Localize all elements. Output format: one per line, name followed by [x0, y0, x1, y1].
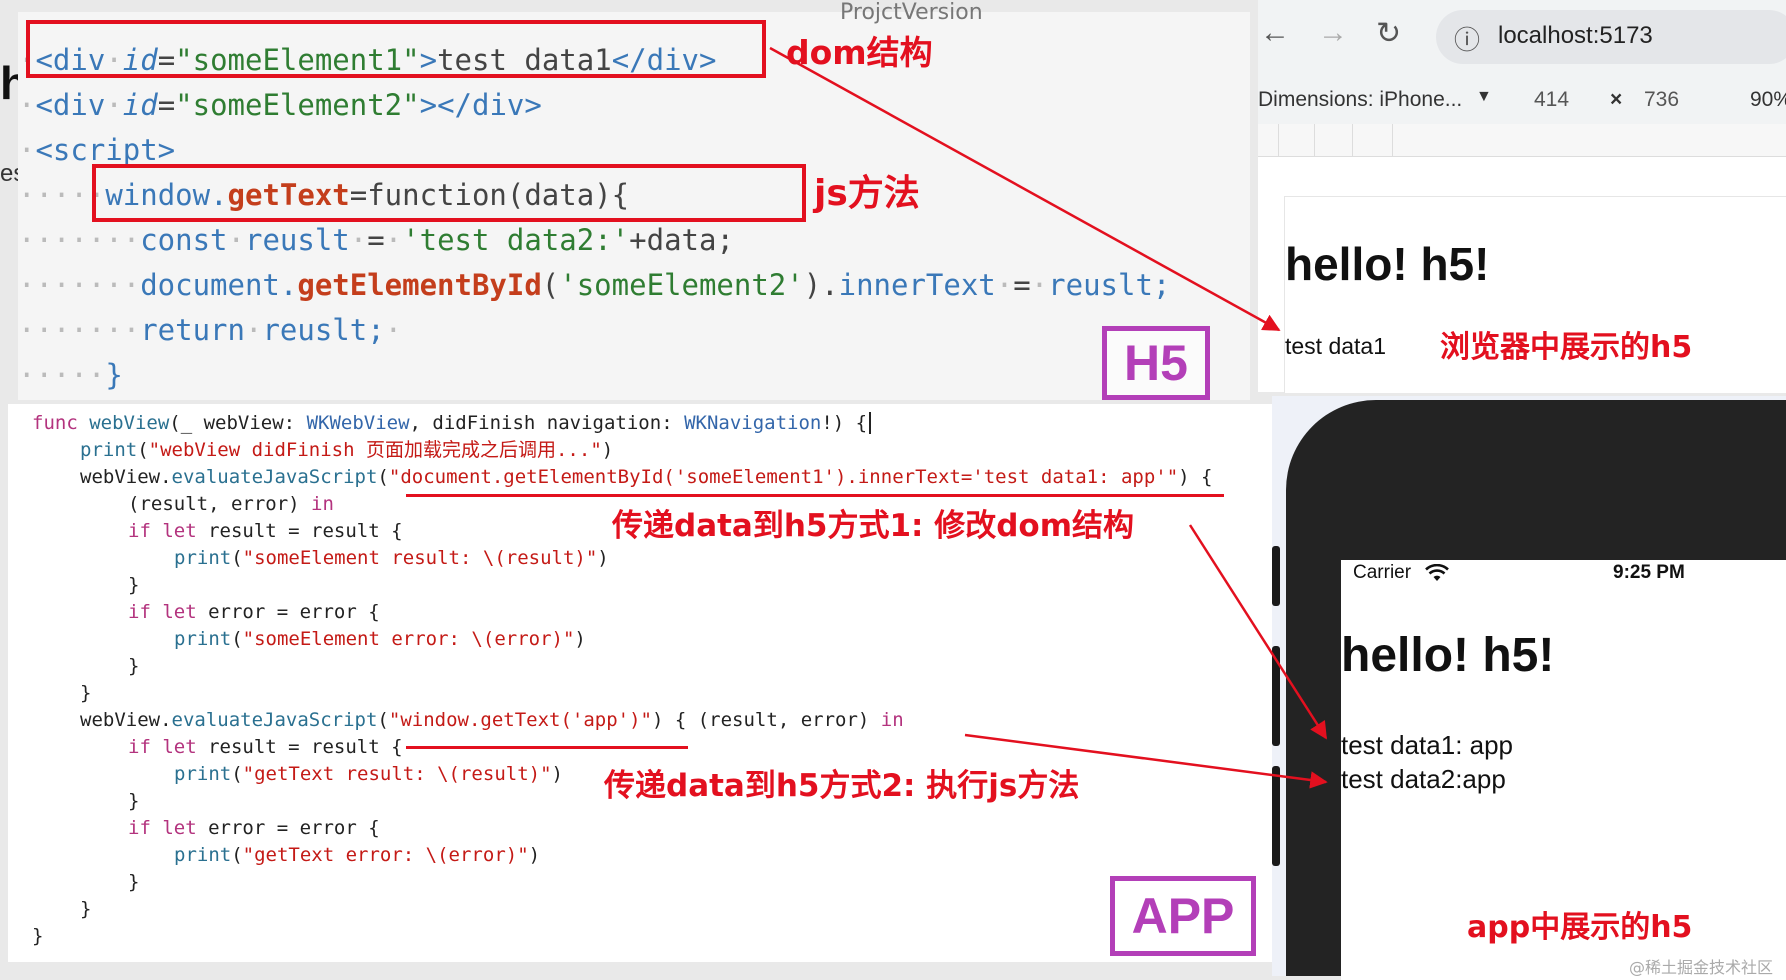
annotation-arrows	[769, 46, 1328, 789]
arrow-dom-to-browser	[769, 46, 1281, 332]
arrow-way2-to-app	[964, 733, 1328, 789]
arrow-way1-to-app	[1188, 524, 1328, 740]
